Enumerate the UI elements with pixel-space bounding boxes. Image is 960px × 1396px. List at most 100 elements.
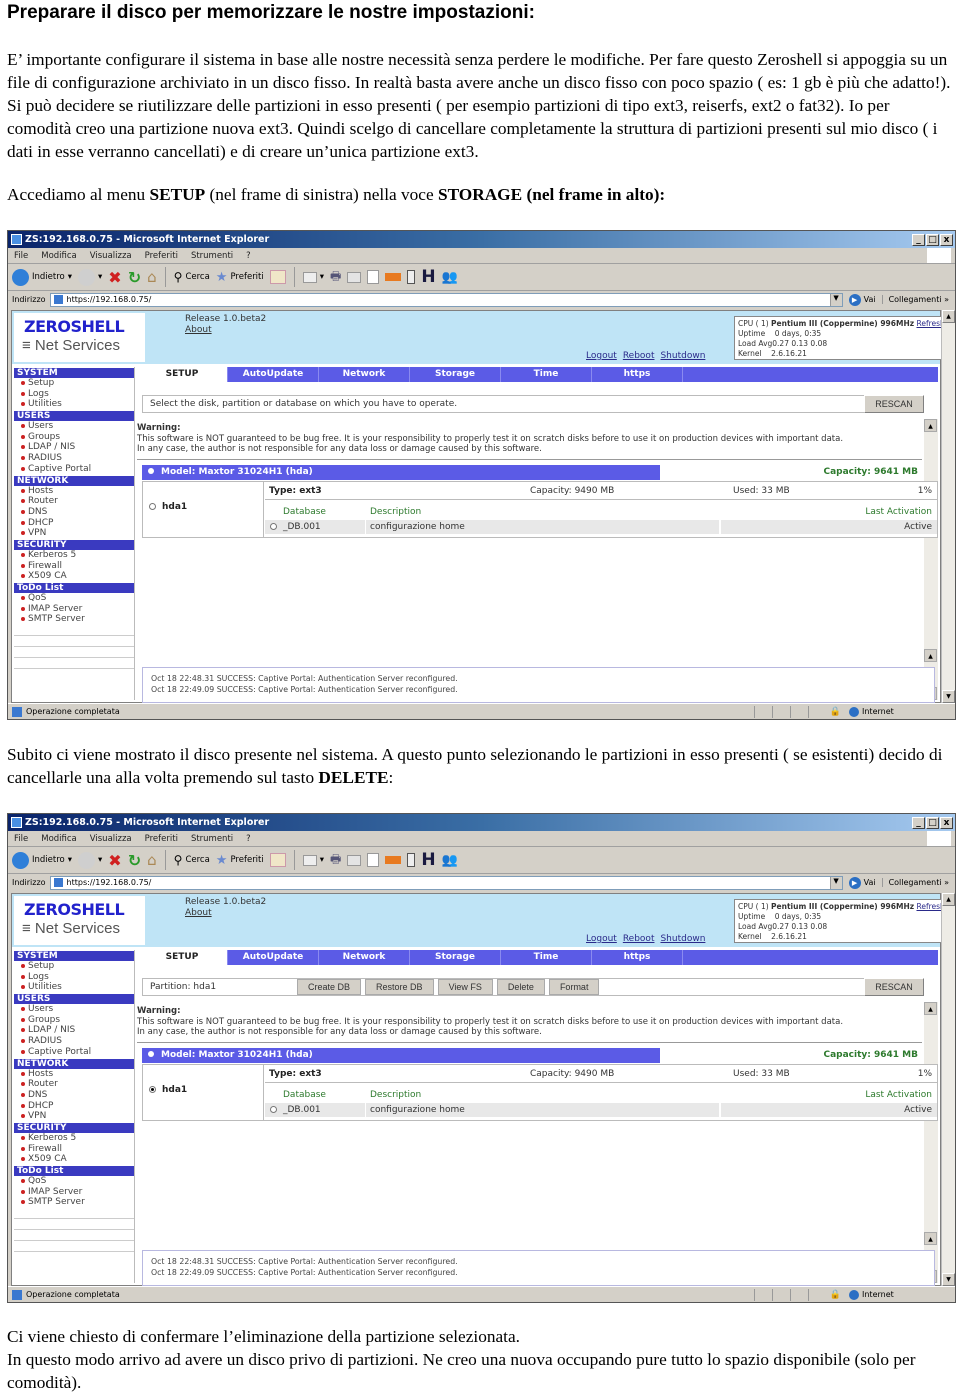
back-button[interactable]: Indietro ▾ <box>12 268 72 286</box>
go-button[interactable]: ▶ Vai <box>848 293 876 306</box>
disk-header[interactable]: Model: Maxtor 31024H1 (hda) <box>142 465 660 480</box>
xml-button[interactable] <box>385 856 402 864</box>
tab-https[interactable]: https <box>592 950 683 965</box>
db-radio[interactable]: _DB.001 <box>265 1103 365 1117</box>
tab-storage[interactable]: Storage <box>410 950 501 965</box>
maximize-button[interactable]: □ <box>926 816 939 829</box>
sidebar-item[interactable]: IMAP Server <box>14 1187 134 1198</box>
go-button[interactable]: ▶ Vai <box>848 876 876 889</box>
discuss-button[interactable] <box>367 270 380 284</box>
menu-strumenti[interactable]: Strumenti <box>191 834 233 844</box>
close-button[interactable]: x <box>940 816 953 829</box>
h-button[interactable]: H <box>421 267 435 287</box>
restore-db-button[interactable]: Restore DB <box>365 979 434 995</box>
address-input[interactable]: https://192.168.0.75/ ▼ <box>49 292 843 307</box>
messenger-button[interactable]: 👥 <box>442 853 458 868</box>
h-button[interactable]: H <box>421 850 435 870</box>
forward-button[interactable]: ▾ <box>78 268 102 286</box>
sidebar-item[interactable]: Setup <box>14 961 134 972</box>
sidebar-item[interactable]: DNS <box>14 507 134 518</box>
links-button[interactable]: Collegamenti » <box>881 878 955 887</box>
address-dropdown[interactable]: ▼ <box>829 293 842 306</box>
sidebar-item[interactable]: Kerberos 5 <box>14 1133 134 1144</box>
scroll-up-icon[interactable]: ▲ <box>924 649 937 662</box>
print-button[interactable]: 🖶 <box>330 267 341 288</box>
rescan-button[interactable]: RESCAN <box>864 978 924 996</box>
sidebar-item[interactable]: QoS <box>14 1176 134 1187</box>
sidebar-item[interactable]: SMTP Server <box>14 614 134 625</box>
menu-help[interactable]: ? <box>246 834 251 844</box>
logout-link[interactable]: Logout <box>586 934 617 944</box>
refresh-button[interactable]: ↻ <box>128 851 141 870</box>
favorites-button[interactable]: ★ Preferiti <box>216 853 264 868</box>
menu-preferiti[interactable]: Preferiti <box>145 251 178 261</box>
sidebar-item[interactable]: Hosts <box>14 1069 134 1080</box>
stop-button[interactable]: ✖ <box>108 851 121 870</box>
tab-setup[interactable]: SETUP <box>137 950 228 965</box>
sidebar-item[interactable]: Captive Portal <box>14 464 134 475</box>
sidebar-item[interactable]: RADIUS <box>14 453 134 464</box>
scroll-down-icon[interactable]: ▼ <box>942 690 955 703</box>
shutdown-link[interactable]: Shutdown <box>660 351 705 361</box>
device-button[interactable] <box>407 853 416 867</box>
tab-time[interactable]: Time <box>501 367 592 382</box>
tab-autoupdate[interactable]: AutoUpdate <box>228 367 319 382</box>
sidebar-item[interactable]: RADIUS <box>14 1036 134 1047</box>
reboot-link[interactable]: Reboot <box>623 351 655 361</box>
tab-setup[interactable]: SETUP <box>137 367 228 382</box>
sidebar-item[interactable]: LDAP / NIS <box>14 442 134 453</box>
sidebar-item[interactable]: DNS <box>14 1090 134 1101</box>
sidebar-item[interactable]: Utilities <box>14 982 134 993</box>
address-input[interactable]: https://192.168.0.75/ ▼ <box>49 875 843 890</box>
mail-button[interactable]: ▾ <box>302 271 324 283</box>
about-link[interactable]: About <box>185 325 212 335</box>
sidebar-item[interactable]: VPN <box>14 1111 134 1122</box>
sidebar-item[interactable]: DHCP <box>14 1101 134 1112</box>
sidebar-item[interactable]: Firewall <box>14 1144 134 1155</box>
partition-radio[interactable]: hda1 <box>149 1085 187 1095</box>
edit-button[interactable] <box>347 271 362 283</box>
partition-radio[interactable]: hda1 <box>149 502 187 512</box>
discuss-button[interactable] <box>367 853 380 867</box>
menu-visualizza[interactable]: Visualizza <box>90 251 132 261</box>
format-button[interactable]: Format <box>548 979 600 995</box>
address-dropdown[interactable]: ▼ <box>829 876 842 889</box>
sidebar-item[interactable]: Router <box>14 496 134 507</box>
forward-button[interactable]: ▾ <box>78 851 102 869</box>
minimize-button[interactable]: _ <box>912 233 925 246</box>
back-button[interactable]: Indietro ▾ <box>12 851 72 869</box>
search-button[interactable]: ⚲ Cerca <box>174 853 210 867</box>
menu-visualizza[interactable]: Visualizza <box>90 834 132 844</box>
sidebar-item[interactable]: Logs <box>14 972 134 983</box>
menu-modifica[interactable]: Modifica <box>41 251 77 261</box>
sidebar-item[interactable]: DHCP <box>14 518 134 529</box>
page-scrollbar[interactable]: ▲ ▼ <box>941 310 955 703</box>
maximize-button[interactable]: □ <box>926 233 939 246</box>
reboot-link[interactable]: Reboot <box>623 934 655 944</box>
menu-modifica[interactable]: Modifica <box>41 834 77 844</box>
logout-link[interactable]: Logout <box>586 351 617 361</box>
sidebar-item[interactable]: Kerberos 5 <box>14 550 134 561</box>
search-button[interactable]: ⚲ Cerca <box>174 270 210 284</box>
mail-button[interactable]: ▾ <box>302 854 324 866</box>
minimize-button[interactable]: _ <box>912 816 925 829</box>
sidebar-item[interactable]: Groups <box>14 432 134 443</box>
menu-strumenti[interactable]: Strumenti <box>191 251 233 261</box>
sidebar-item[interactable]: Hosts <box>14 486 134 497</box>
rescan-button[interactable]: RESCAN <box>864 395 924 413</box>
main-scrollbar[interactable]: ▲▲▼ <box>924 1002 938 1283</box>
main-scrollbar[interactable]: ▲▲▼ <box>924 419 938 700</box>
refresh-button[interactable]: ↻ <box>128 268 141 287</box>
edit-button[interactable] <box>347 854 362 866</box>
history-button[interactable] <box>269 853 286 867</box>
menu-file[interactable]: File <box>14 251 28 261</box>
create-db-button[interactable]: Create DB <box>297 979 362 995</box>
links-button[interactable]: Collegamenti » <box>881 295 955 304</box>
tab-storage[interactable]: Storage <box>410 367 501 382</box>
menu-help[interactable]: ? <box>246 251 251 261</box>
scroll-up-icon[interactable]: ▲ <box>942 893 955 906</box>
sidebar-item[interactable]: Captive Portal <box>14 1047 134 1058</box>
sidebar-item[interactable]: Setup <box>14 378 134 389</box>
tab-https[interactable]: https <box>592 367 683 382</box>
sidebar-item[interactable]: X509 CA <box>14 1154 134 1165</box>
